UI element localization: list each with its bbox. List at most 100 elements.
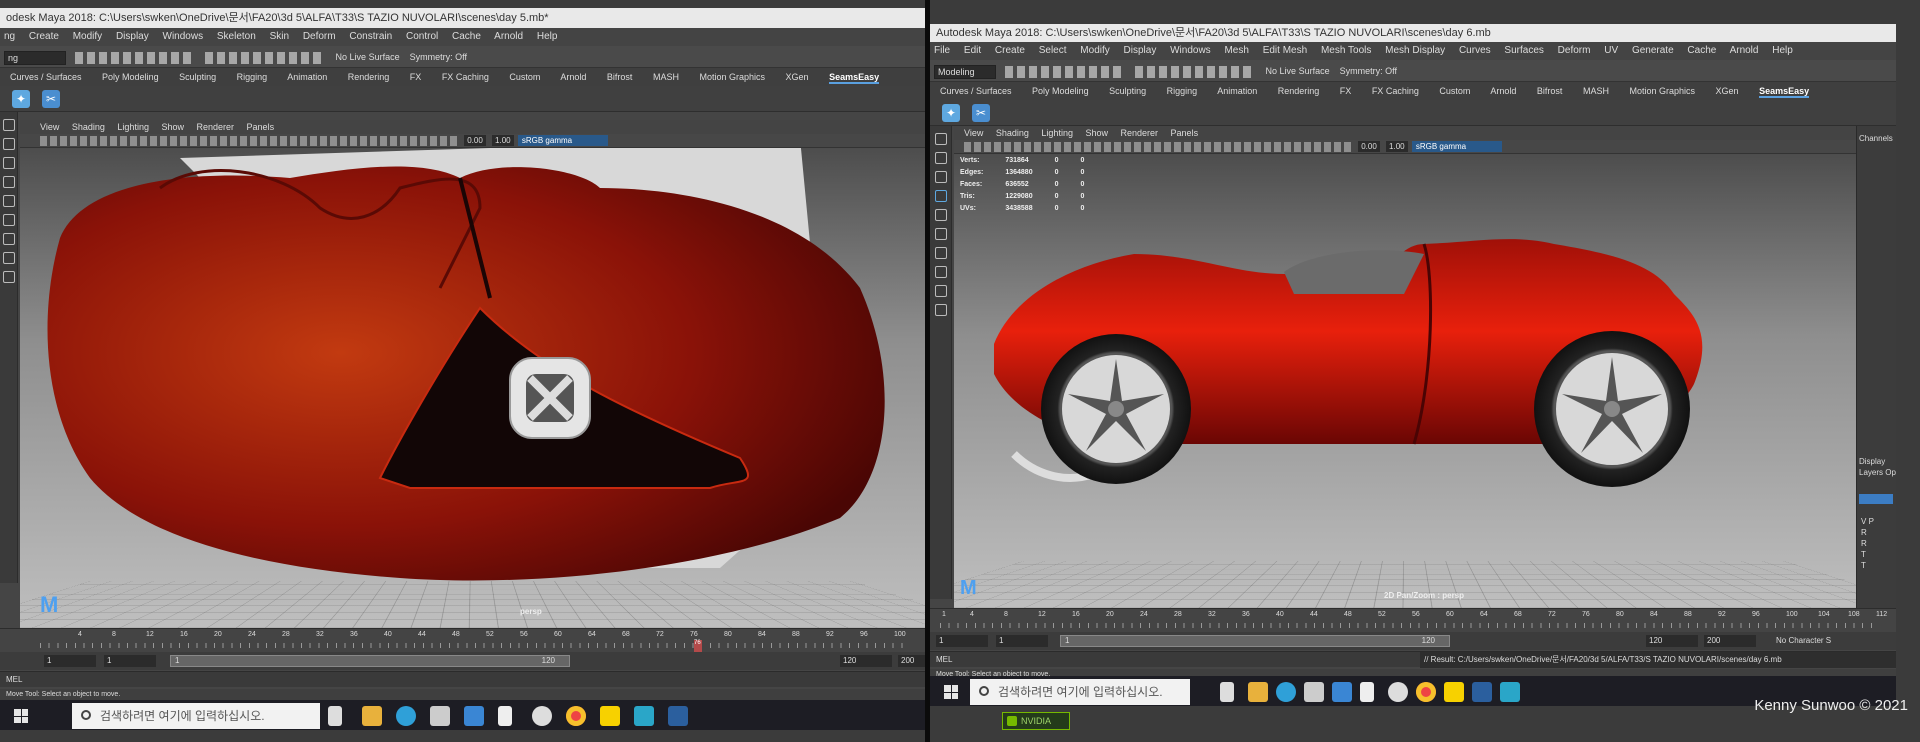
range-bar[interactable]: 1 120 [1060,635,1450,647]
shelf-tab[interactable]: FX Caching [442,72,489,82]
menu-item[interactable]: Cache [1687,45,1716,56]
panel-tool-icons[interactable] [40,135,460,146]
layout-icon[interactable] [2,252,15,264]
layout-icon[interactable] [934,247,947,259]
menu-item[interactable]: File [934,45,950,56]
task-view-icon[interactable] [328,706,342,726]
menu-set-select[interactable]: Modeling [934,64,996,79]
panel-menu-item[interactable]: Panels [1171,128,1199,138]
shelf-tab[interactable]: Bifrost [1537,86,1563,96]
panel-menu-item[interactable]: Show [161,122,184,132]
menu-item[interactable]: Create [995,45,1025,56]
shelf-tab[interactable]: Animation [1217,86,1257,96]
scissors-icon[interactable]: ✂ [972,104,990,122]
panel-menu-item[interactable]: View [40,122,59,132]
seams-tool-icon[interactable]: ✦ [12,90,30,108]
live-surface-label[interactable]: No Live Surface [336,52,400,62]
display-tab[interactable]: Display [1859,456,1896,467]
rotate-tool-icon[interactable] [934,209,947,221]
shelf-tab[interactable]: Rendering [1278,86,1320,96]
layout-icon[interactable] [934,285,947,297]
select-tool-icon[interactable] [934,133,947,145]
scissors-icon[interactable]: ✂ [42,90,60,108]
command-line[interactable]: MEL // Result: C:/Users/swken/OneDrive/문… [930,651,1896,668]
shelf-tab[interactable]: Curves / Surfaces [10,72,82,82]
shelf-tab[interactable]: Rigging [1167,86,1198,96]
shelf-tab[interactable]: Custom [1439,86,1470,96]
shelf-tab-active[interactable]: SeamsEasy [1759,86,1810,98]
menu-item[interactable]: Skin [270,31,289,42]
time-slider[interactable]: 4 8 12 16 20 24 28 32 36 40 44 48 52 56 … [0,628,925,652]
shelf-tab[interactable]: Motion Graphics [699,72,765,82]
menu-item[interactable]: Windows [163,31,204,42]
chrome-icon[interactable] [566,706,586,726]
rotate-tool-icon[interactable] [2,195,15,207]
menu-item[interactable]: Curves [1459,45,1491,56]
menu-item[interactable]: Generate [1632,45,1674,56]
layout-icon[interactable] [2,233,15,245]
shelf-tab[interactable]: Sculpting [179,72,216,82]
windows-start-icon[interactable] [944,685,958,699]
end-frame-field[interactable]: 200 [898,655,925,667]
channels-label[interactable]: Channels [1857,126,1896,151]
shelf-tab[interactable]: FX [1340,86,1352,96]
menu-item[interactable]: Constrain [349,31,392,42]
edge-icon[interactable] [1276,682,1296,702]
shelf-tab[interactable]: Curves / Surfaces [940,86,1012,96]
menu-item[interactable]: Display [1124,45,1157,56]
layout-icon[interactable] [934,266,947,278]
menu-item[interactable]: Display [116,31,149,42]
shelf-tab[interactable]: Motion Graphics [1629,86,1695,96]
panel-menu-item[interactable]: Lighting [117,122,149,132]
store-icon[interactable] [430,706,450,726]
exposure-field[interactable]: 0.00 [464,135,486,147]
end-frame-field[interactable]: 200 [1704,635,1756,647]
playback-start-field[interactable]: 1 [996,635,1048,647]
shelf-tab[interactable]: Poly Modeling [102,72,159,82]
taskbar-search-input[interactable]: 검색하려면 여기에 입력하십시오. [970,679,1190,705]
layer-toolbar[interactable] [1859,494,1893,504]
current-frame-marker[interactable]: 76 [694,640,702,652]
symmetry-select[interactable]: Symmetry: Off [410,52,467,62]
shelf-tab[interactable]: Arnold [1490,86,1516,96]
move-tool-icon[interactable] [2,176,15,188]
shelf-tab[interactable]: Animation [287,72,327,82]
panel-menu-item[interactable]: View [964,128,983,138]
menu-item[interactable]: Create [29,31,59,42]
file-explorer-icon[interactable] [1248,682,1268,702]
start-frame-field[interactable]: 1 [44,655,96,667]
lasso-tool-icon[interactable] [934,152,947,164]
menu-item[interactable]: Mesh Display [1385,45,1445,56]
shelf-tab[interactable]: Poly Modeling [1032,86,1089,96]
menu-item[interactable]: ng [4,31,15,42]
taskbar-search-input[interactable]: 검색하려면 여기에 입력하십시오. [72,703,320,729]
shelf-tab-active[interactable]: SeamsEasy [829,72,880,84]
playback-end-field[interactable]: 120 [1646,635,1698,647]
photos-icon[interactable] [668,706,688,726]
menu-item[interactable]: Surfaces [1504,45,1543,56]
shelf-tab[interactable]: XGen [786,72,809,82]
panel-menu-item[interactable]: Renderer [197,122,235,132]
layout-icon[interactable] [934,304,947,316]
panel-menu-item[interactable]: Lighting [1041,128,1073,138]
menu-item[interactable]: Cache [452,31,481,42]
menu-item[interactable]: Modify [73,31,102,42]
playback-end-field[interactable]: 120 [840,655,892,667]
menu-item[interactable]: Skeleton [217,31,256,42]
layout-icon[interactable] [2,271,15,283]
menu-item[interactable]: Edit [964,45,981,56]
paint-tool-icon[interactable] [934,171,947,183]
menu-item[interactable]: Windows [1170,45,1211,56]
panel-menu-item[interactable]: Renderer [1121,128,1159,138]
menu-item[interactable]: Edit Mesh [1263,45,1307,56]
menu-item[interactable]: Arnold [1730,45,1759,56]
shelf-tab[interactable]: Custom [509,72,540,82]
exposure-field[interactable]: 0.00 [1358,141,1380,153]
shelf-tab[interactable]: Arnold [560,72,586,82]
shelf-tab[interactable]: MASH [1583,86,1609,96]
menu-item[interactable]: UV [1604,45,1618,56]
status-icons[interactable] [1004,65,1125,78]
panel-tool-icons[interactable] [964,141,1354,152]
seams-tool-icon[interactable]: ✦ [942,104,960,122]
menu-item[interactable]: Modify [1080,45,1109,56]
